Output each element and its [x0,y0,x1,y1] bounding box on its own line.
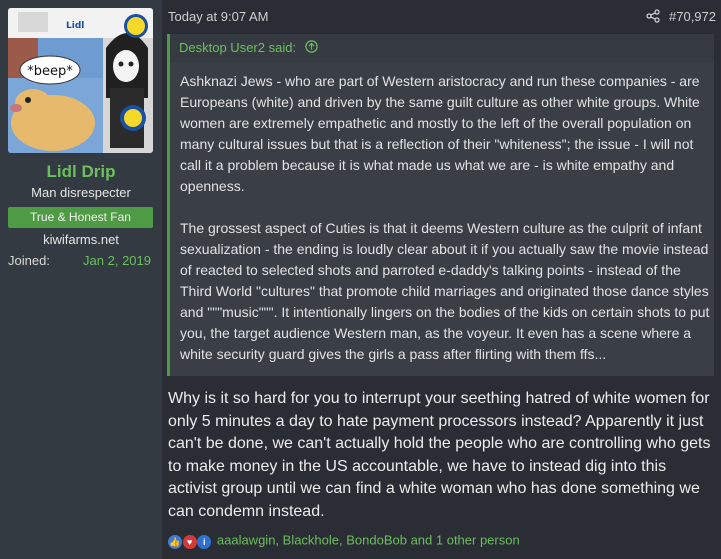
quote-paragraph: The grossest aspect of Cuties is that it… [180,220,710,362]
like-icon: 👍 [168,535,182,550]
heart-icon: ♥ [182,535,197,550]
forum-post: *beep* Lidl Lidl Drip Man disrespecter T… [0,0,721,559]
user-sidebar: *beep* Lidl Lidl Drip Man disrespecter T… [0,0,163,559]
quote-block: Desktop User2 said: Ashknazi Jews - who … [167,34,714,376]
post-date[interactable]: Today at 9:07 AM [168,9,268,24]
reaction-users[interactable]: aaalawgin, Blackhole, BondoBob and 1 oth… [217,533,520,548]
avatar[interactable]: *beep* Lidl [8,8,153,153]
quote-header[interactable]: Desktop User2 said: [170,34,714,62]
share-icon[interactable] [646,9,660,23]
quote-body: Ashknazi Jews - who are part of Western … [180,71,710,386]
post-number[interactable]: #70,972 [669,9,716,24]
joined-label: Joined: [8,253,50,268]
arrow-up-circle-icon[interactable] [304,35,318,63]
avatar-image: *beep* Lidl [8,8,153,153]
post-reply-text: Why is it so hard for you to interrupt y… [168,390,711,520]
avatar-caption: *beep* [27,64,73,79]
user-title: Man disrespecter [31,185,131,200]
avatar-logo: Lidl [66,21,84,31]
post-main: Today at 9:07 AM #70,972 Desktop User2 s… [163,0,721,559]
reactions-bar[interactable]: 👍 ♥ i aaalawgin, Blackhole, BondoBob and… [168,530,520,550]
reaction-icons[interactable]: 👍 ♥ i [168,532,212,550]
quote-author[interactable]: Desktop User2 said: [179,40,296,55]
joined-date: Jan 2, 2019 [83,253,151,268]
quote-paragraph: Ashknazi Jews - who are part of Western … [180,73,700,194]
info-icon: i [197,535,212,550]
post-header: Today at 9:07 AM #70,972 [168,9,716,27]
user-site: kiwifarms.net [43,232,119,247]
user-banner: True & Honest Fan [8,207,153,228]
username[interactable]: Lidl Drip [0,162,162,182]
